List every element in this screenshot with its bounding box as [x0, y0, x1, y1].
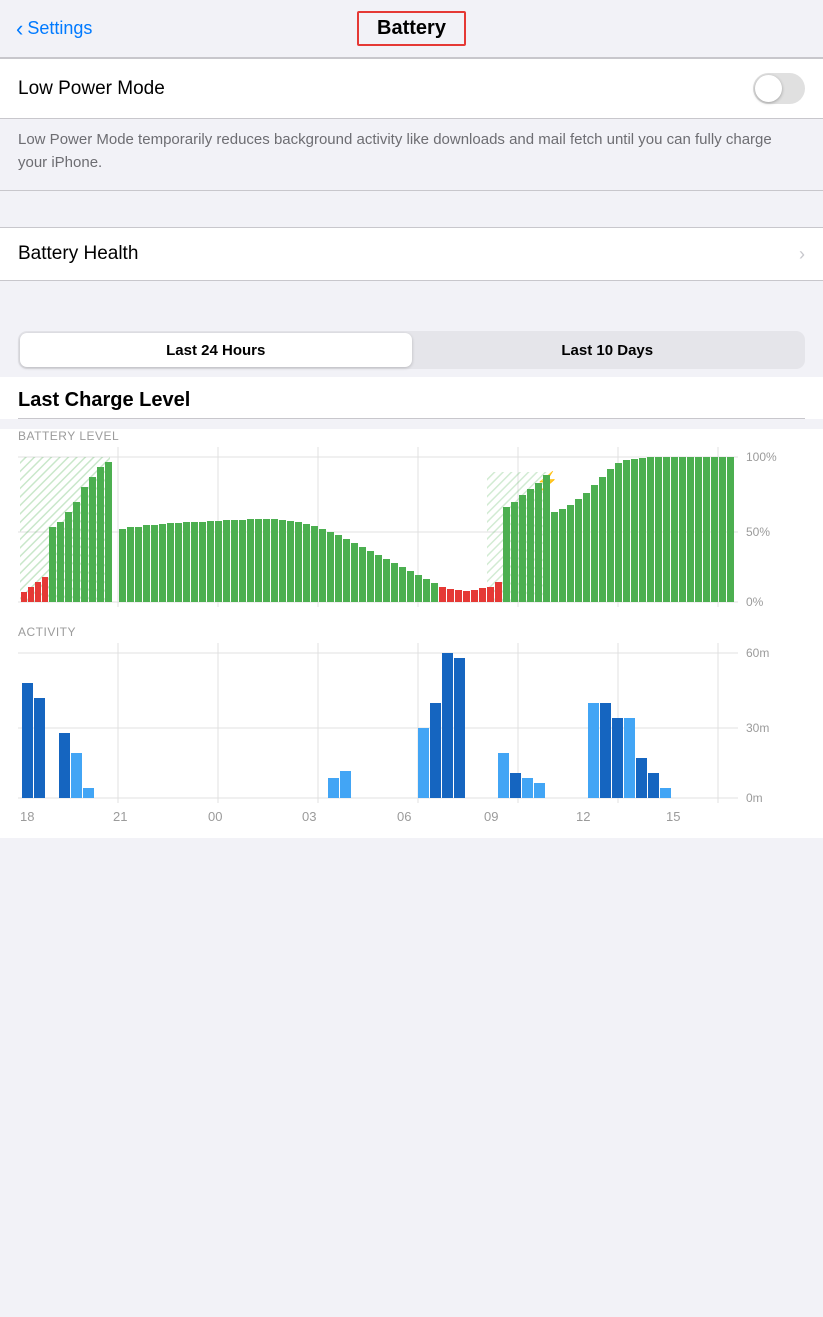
chart-divider-1: [18, 418, 805, 419]
svg-text:00: 00: [208, 809, 222, 824]
section-gap-1: [0, 191, 823, 227]
activity-chart-area: ACTIVITY: [0, 621, 823, 838]
segment-label-10d: Last 10 Days: [561, 342, 653, 359]
svg-text:21: 21: [113, 809, 127, 824]
activity-chart-wrapper: 60m 30m 0m 18 21 00 03 06 09 12 15: [18, 643, 805, 838]
chevron-left-icon: ‹: [16, 18, 23, 40]
battery-level-chart-area: BATTERY LEVEL: [0, 429, 823, 621]
description-text: Low Power Mode temporarily reduces backg…: [18, 131, 772, 171]
segment-control: Last 24 Hours Last 10 Days: [18, 331, 805, 369]
low-power-mode-row[interactable]: Low Power Mode: [0, 59, 823, 118]
segment-label-24h: Last 24 Hours: [166, 342, 265, 359]
battery-health-label: Battery Health: [18, 243, 138, 265]
segment-option-24h[interactable]: Last 24 Hours: [20, 333, 412, 367]
low-power-mode-label: Low Power Mode: [18, 78, 165, 100]
svg-text:60m: 60m: [746, 646, 769, 660]
last-charge-section: Last Charge Level: [0, 377, 823, 419]
battery-health-row[interactable]: Battery Health ›: [0, 228, 823, 280]
low-power-mode-toggle[interactable]: [753, 73, 805, 104]
svg-text:100%: 100%: [746, 450, 777, 464]
page-title: Battery: [377, 17, 446, 39]
last-charge-title: Last Charge Level: [18, 389, 805, 412]
battery-level-chart-label: BATTERY LEVEL: [18, 429, 805, 443]
svg-text:50%: 50%: [746, 525, 770, 539]
svg-text:30m: 30m: [746, 721, 769, 735]
low-power-description: Low Power Mode temporarily reduces backg…: [0, 119, 823, 191]
svg-text:18: 18: [20, 809, 34, 824]
segment-option-10d[interactable]: Last 10 Days: [412, 333, 804, 367]
svg-text:15: 15: [666, 809, 680, 824]
header-title-box: Battery: [357, 11, 466, 46]
activity-chart-label: ACTIVITY: [18, 625, 805, 639]
battery-level-svg: ⚡: [18, 447, 778, 617]
svg-text:12: 12: [576, 809, 590, 824]
svg-text:09: 09: [484, 809, 498, 824]
segment-container: Last 24 Hours Last 10 Days: [0, 317, 823, 377]
chevron-right-icon: ›: [799, 244, 805, 265]
activity-svg: 60m 30m 0m 18 21 00 03 06 09 12 15: [18, 643, 778, 838]
section-gap-2: [0, 281, 823, 317]
toggle-knob: [755, 75, 782, 102]
battery-chart-wrapper: ⚡: [18, 447, 805, 617]
svg-text:03: 03: [302, 809, 316, 824]
svg-text:0m: 0m: [746, 791, 763, 805]
header: ‹ Settings Battery: [0, 0, 823, 58]
battery-health-section: Battery Health ›: [0, 227, 823, 281]
low-power-mode-section: Low Power Mode: [0, 58, 823, 119]
back-label: Settings: [27, 18, 92, 39]
svg-text:06: 06: [397, 809, 411, 824]
svg-text:0%: 0%: [746, 595, 764, 609]
back-button[interactable]: ‹ Settings: [16, 18, 92, 40]
